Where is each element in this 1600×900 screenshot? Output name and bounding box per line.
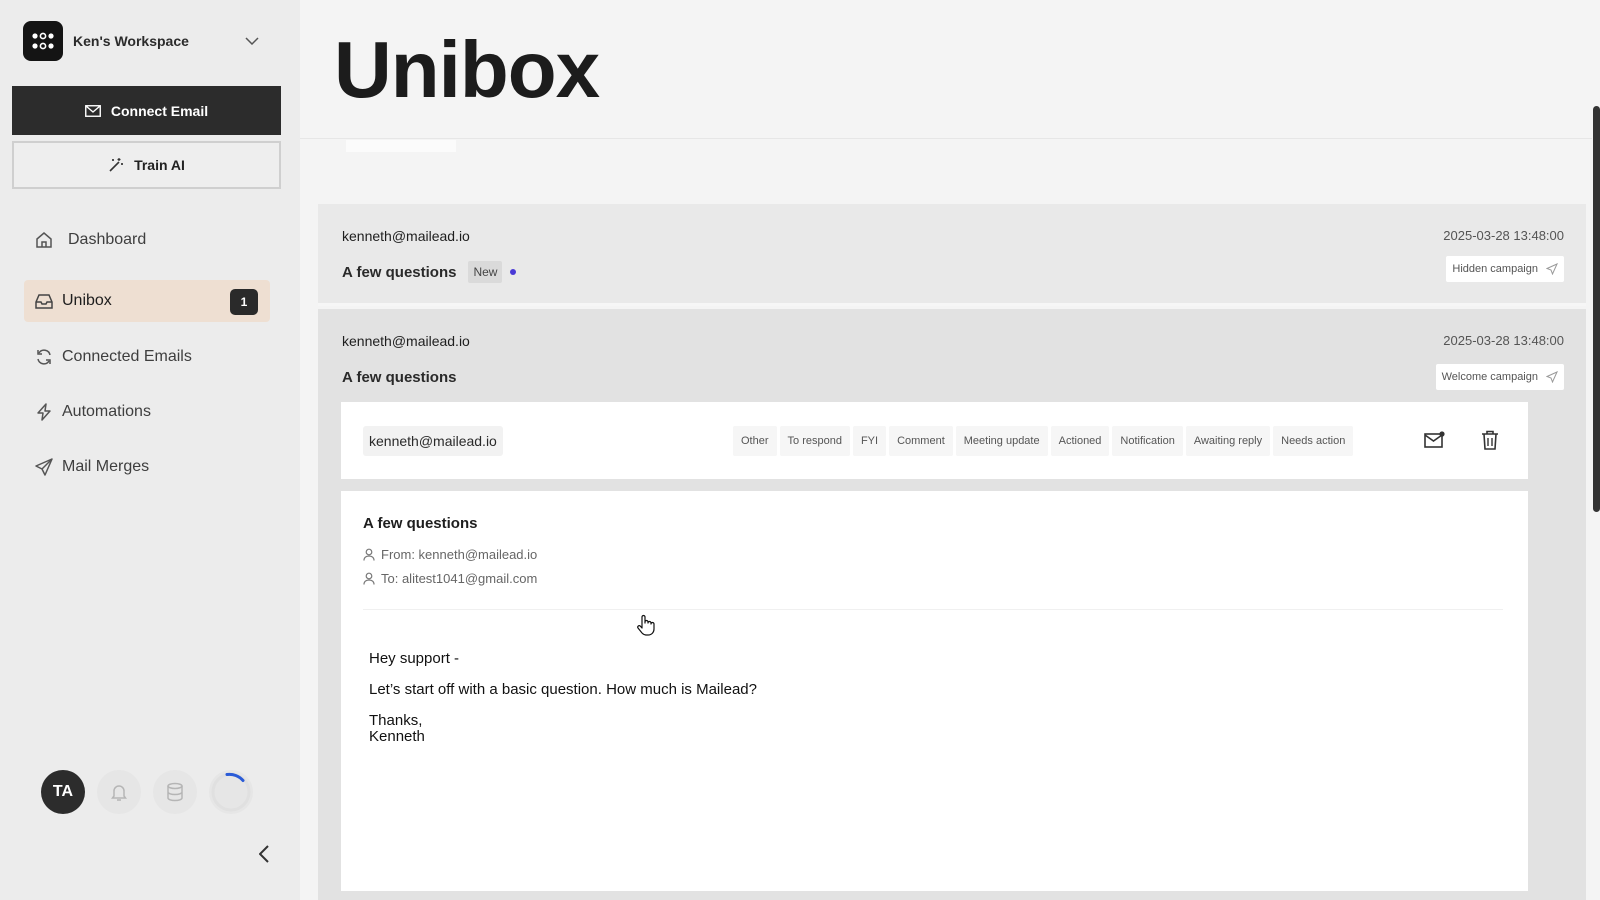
thread-list-item[interactable]: kenneth@mailead.io 2025-03-28 13:48:00 A… <box>318 204 1586 306</box>
campaign-chip[interactable]: Hidden campaign <box>1446 256 1564 282</box>
scrollbar[interactable] <box>1593 106 1600 512</box>
sender-chip[interactable]: kenneth@mailead.io <box>363 426 503 456</box>
train-ai-button[interactable]: Train AI <box>12 141 281 189</box>
thread-date: 2025-03-28 13:48:00 <box>1443 228 1564 243</box>
unread-dot-icon <box>510 269 517 275</box>
page-title: Unibox <box>334 25 600 114</box>
train-ai-label: Train AI <box>134 157 185 173</box>
campaign-label: Welcome campaign <box>1441 371 1538 383</box>
workspace-logo-icon <box>23 21 63 61</box>
message-to: To: alitest1041@gmail.com <box>363 571 537 586</box>
refresh-icon <box>34 347 54 367</box>
send-icon <box>34 457 54 477</box>
message-from-text: From: kenneth@mailead.io <box>381 547 538 562</box>
user-icon <box>363 572 375 585</box>
hand-cursor-icon <box>636 614 656 636</box>
campaign-chip[interactable]: Welcome campaign <box>1435 364 1564 390</box>
message-signature: Kenneth <box>369 728 425 745</box>
campaign-label: Hidden campaign <box>1452 263 1538 275</box>
sidebar-item-label: Dashboard <box>68 231 147 248</box>
label-actioned[interactable]: Actioned <box>1050 426 1110 456</box>
loading-spinner-icon <box>209 770 253 814</box>
message-body: A few questions From: kenneth@mailead.io… <box>341 491 1528 891</box>
connect-email-button[interactable]: Connect Email <box>12 86 281 135</box>
send-icon <box>1546 371 1558 383</box>
label-fyi[interactable]: FYI <box>852 426 887 456</box>
message-to-text: To: alitest1041@gmail.com <box>381 571 538 586</box>
sidebar-item-label: Connected Emails <box>62 348 192 365</box>
bolt-icon <box>34 402 54 422</box>
inbox-icon <box>34 291 54 311</box>
thread-subject-row: A few questions <box>342 369 456 386</box>
main-content: Unibox kenneth@mailead.io 2025-03-28 13:… <box>300 0 1600 900</box>
send-icon <box>1546 263 1558 275</box>
thread-date: 2025-03-28 13:48:00 <box>1443 333 1564 348</box>
sidebar-item-label: Automations <box>62 403 151 420</box>
database-icon[interactable] <box>153 770 197 814</box>
connect-email-label: Connect Email <box>110 102 209 119</box>
label-to-respond[interactable]: To respond <box>779 426 850 456</box>
collapse-sidebar-icon[interactable] <box>254 842 274 866</box>
message-paragraph: Let’s start off with a basic question. H… <box>369 681 757 698</box>
avatar[interactable]: TA <box>41 770 85 814</box>
thread-subject: A few questions <box>342 369 457 386</box>
chevron-down-icon[interactable] <box>243 32 261 50</box>
trash-icon[interactable] <box>1478 428 1502 452</box>
mail-icon <box>84 104 101 117</box>
sidebar-item-label: Mail Merges <box>62 458 150 475</box>
thread-subject: A few questions <box>342 263 457 281</box>
thread-sender: kenneth@mailead.io <box>342 228 470 244</box>
sidebar-item-mail-merges[interactable]: Mail Merges <box>24 446 270 488</box>
user-icon <box>363 548 375 561</box>
workspace-name: Ken's Workspace <box>73 33 189 49</box>
sidebar-item-automations[interactable]: Automations <box>24 391 270 433</box>
label-other[interactable]: Other <box>733 426 777 456</box>
thread-sender: kenneth@mailead.io <box>342 333 470 349</box>
message-toolbar: kenneth@mailead.io Other To respond FYI … <box>341 402 1528 479</box>
message-subject: A few questions <box>363 515 478 532</box>
divider <box>300 138 1592 139</box>
thread-list-item-expanded[interactable]: kenneth@mailead.io 2025-03-28 13:48:00 A… <box>318 309 1586 900</box>
label-meeting-update[interactable]: Meeting update <box>955 426 1048 456</box>
label-tags: Other To respond FYI Comment Meeting upd… <box>733 426 1354 456</box>
sidebar-item-unibox[interactable]: Unibox 1 <box>24 280 270 322</box>
mark-unread-icon[interactable] <box>1423 428 1447 452</box>
home-icon <box>34 230 54 250</box>
unread-count-badge: 1 <box>230 289 258 315</box>
divider <box>363 609 1503 610</box>
label-comment[interactable]: Comment <box>889 426 953 456</box>
message-signoff: Thanks, <box>369 712 423 729</box>
sidebar-footer: TA <box>41 770 253 814</box>
thread-subject-row: A few questions New <box>342 261 517 283</box>
sidebar: Ken's Workspace Connect Email Train AI D… <box>0 0 300 900</box>
sidebar-item-connected-emails[interactable]: Connected Emails <box>24 336 270 378</box>
sidebar-item-label: Unibox <box>62 292 112 309</box>
label-awaiting-reply[interactable]: Awaiting reply <box>1185 426 1271 456</box>
message-from: From: kenneth@mailead.io <box>363 547 537 562</box>
label-notification[interactable]: Notification <box>1112 426 1183 456</box>
workspace-switcher[interactable]: Ken's Workspace <box>23 21 263 61</box>
bell-icon[interactable] <box>97 770 141 814</box>
label-needs-action[interactable]: Needs action <box>1273 426 1354 456</box>
message-greeting: Hey support - <box>369 650 460 667</box>
new-badge: New <box>468 261 503 283</box>
sidebar-item-dashboard[interactable]: Dashboard <box>24 219 270 261</box>
tab-indicator[interactable] <box>346 140 456 152</box>
magic-wand-icon <box>109 158 124 172</box>
